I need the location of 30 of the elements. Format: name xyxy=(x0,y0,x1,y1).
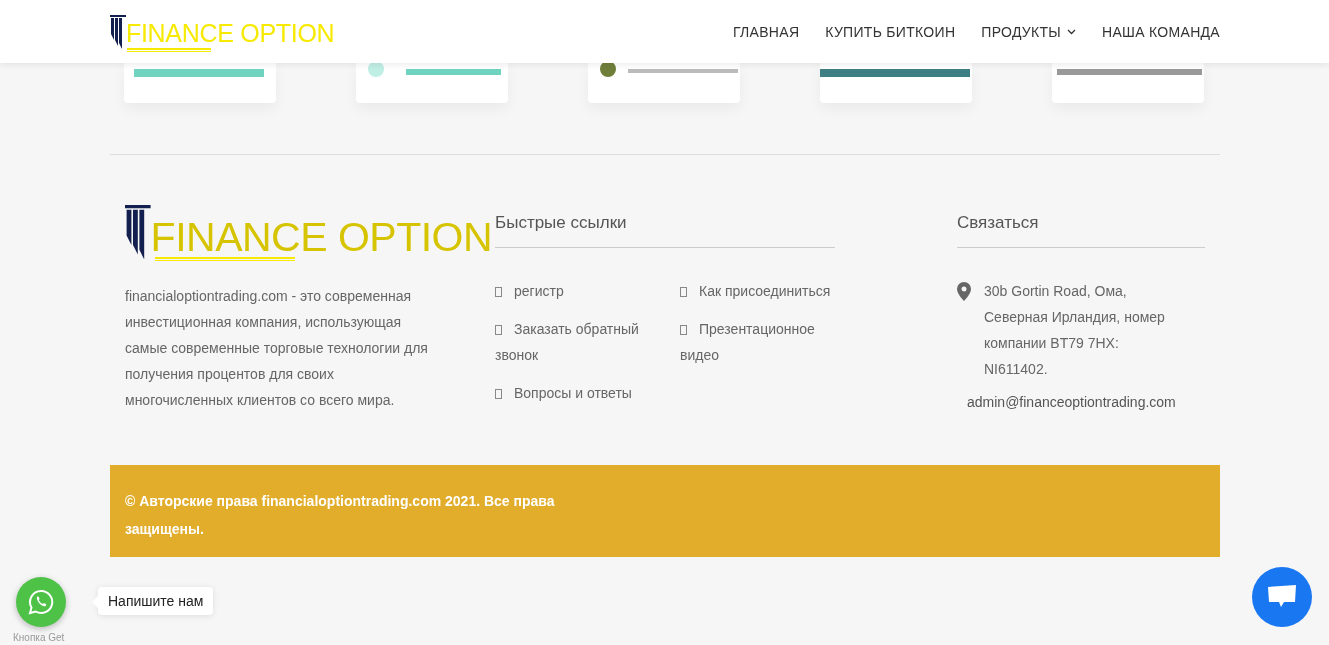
square-icon xyxy=(495,287,502,297)
address-text: 30b Gortin Road, Ома, Северная Ирландия, номер компании BT79 7HX: NI611402. xyxy=(984,282,1166,379)
nav-link[interactable]: КУПИТЬ БИТКОИН xyxy=(825,23,956,40)
nav-link[interactable]: НАША КОМАНДА xyxy=(1102,23,1220,40)
footer-link[interactable]: регистр xyxy=(495,278,680,304)
email-link[interactable]: admin@financeoptiontrading.com xyxy=(967,394,1205,410)
column-icon xyxy=(110,14,126,49)
section-title: Быстрые ссылки xyxy=(495,213,835,248)
square-icon xyxy=(680,287,687,297)
footer-link[interactable]: Презентационное видео xyxy=(680,316,840,368)
column-icon xyxy=(125,205,151,260)
chat-button[interactable] xyxy=(1252,567,1312,627)
button-caption: Кнопка Get xyxy=(13,632,65,643)
nav-link[interactable]: ГЛАВНАЯ xyxy=(733,23,800,40)
nav-link[interactable]: ПРОДУКТЫ xyxy=(981,23,1077,40)
section-title: Связаться xyxy=(957,213,1205,248)
whatsapp-button[interactable] xyxy=(16,577,66,627)
copyright-text: © Авторские права financialoptiontrading.com 2021. Все права защищены. xyxy=(125,492,556,539)
square-icon xyxy=(495,389,502,399)
square-icon xyxy=(495,325,502,335)
chevron-icon xyxy=(1067,28,1077,35)
location-pin-icon xyxy=(957,282,971,301)
square-icon xyxy=(680,325,687,335)
logo-text: FINANCE OPTION xyxy=(150,217,493,258)
footer-link[interactable]: Вопросы и ответы xyxy=(495,380,680,406)
about-text: financialoptiontrading.com - это современная инвестиционная компания, использующая самые современные торговые технологии для получения процентов для своих многочисленных клиентов со всего мира. xyxy=(125,287,429,411)
footer-link[interactable]: Заказать обратный звонок xyxy=(495,316,680,368)
logo-text: FINANCE OPTION xyxy=(126,20,335,46)
phone-bubble-icon xyxy=(28,589,54,615)
footer-link[interactable]: Как присоединиться xyxy=(680,278,840,304)
